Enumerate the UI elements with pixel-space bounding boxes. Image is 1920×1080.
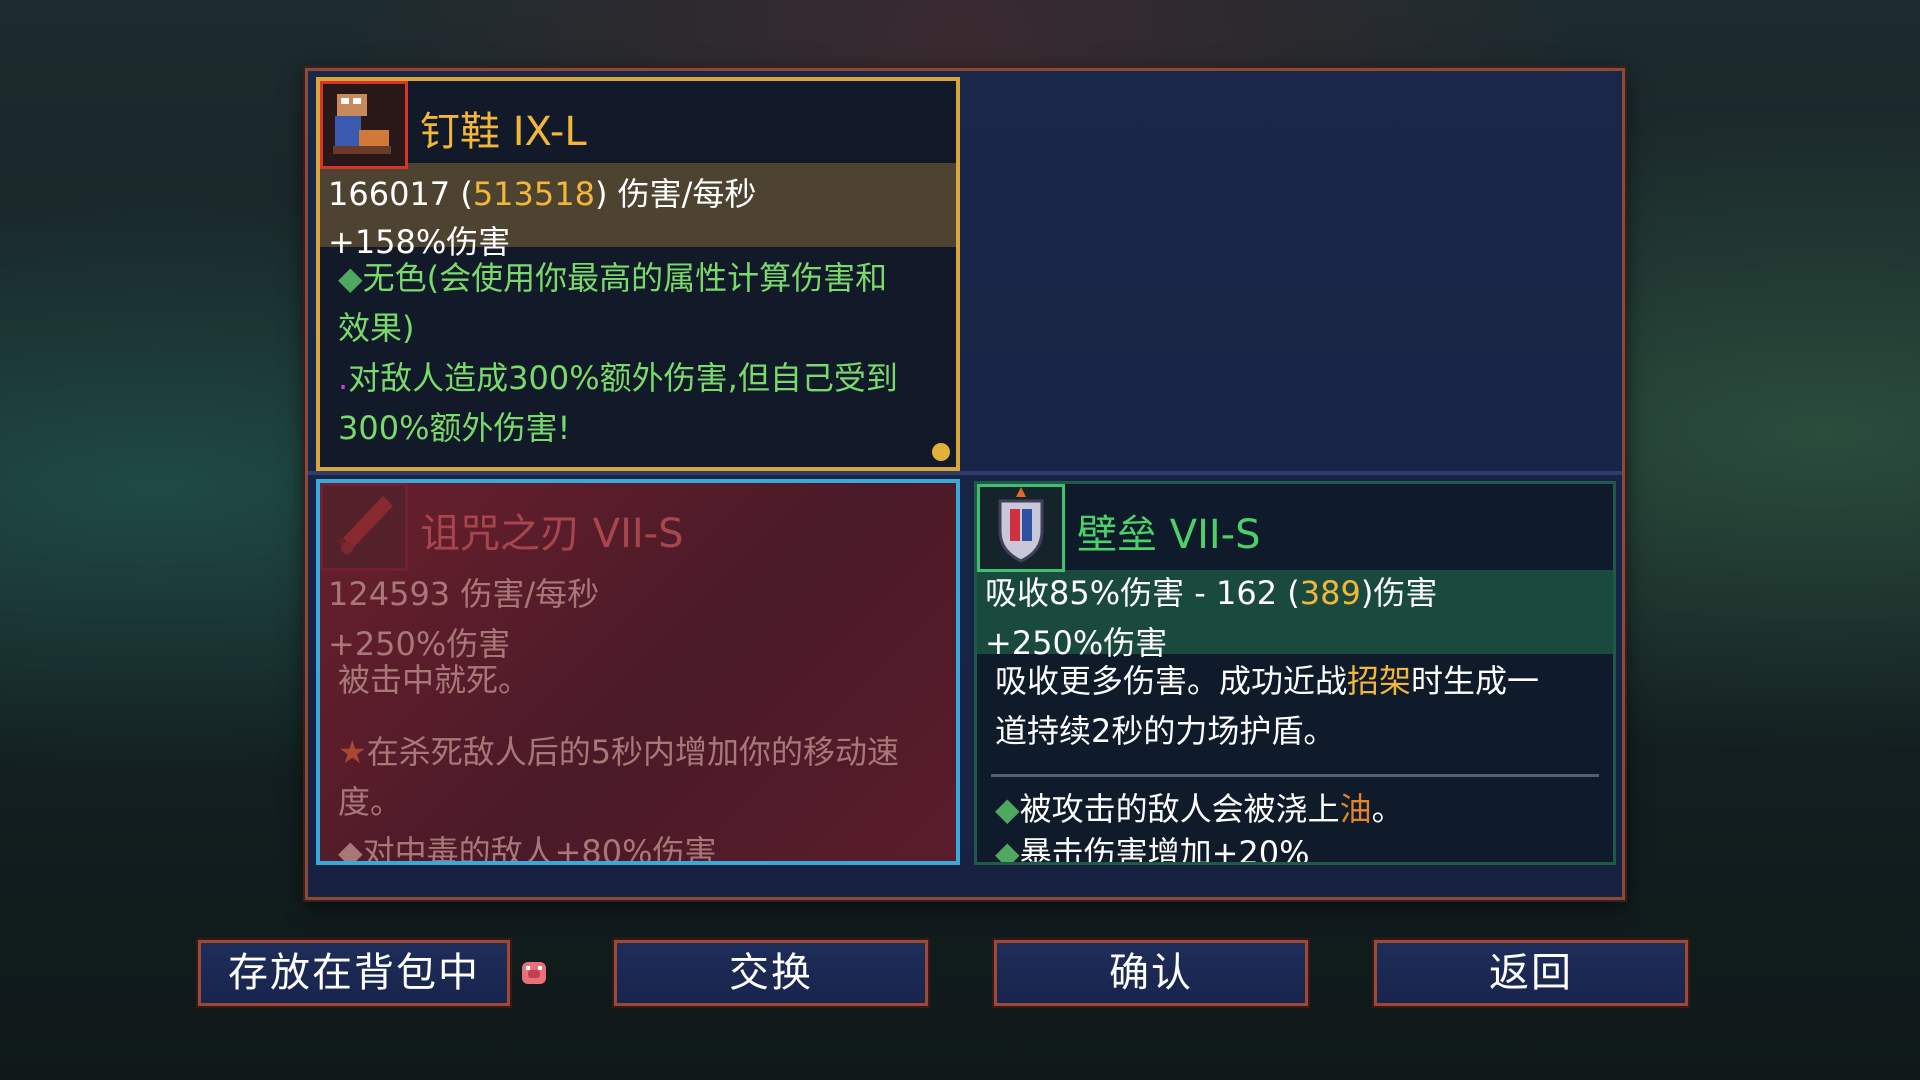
item-name: 钉鞋 IX-L bbox=[420, 109, 587, 155]
cursed-sword-icon bbox=[320, 483, 408, 571]
dps-bonus: 513518 bbox=[472, 175, 595, 213]
diamond-bullet-icon: ◆ bbox=[995, 790, 1020, 828]
dps-unit: 伤害/每秒 bbox=[617, 175, 757, 213]
diamond-bullet-icon: ◆ bbox=[338, 259, 363, 297]
gold-corner-gem-icon bbox=[932, 443, 950, 461]
store-in-backpack-button[interactable]: 存放在背包中 bbox=[198, 940, 510, 1006]
diamond-bullet-icon: ◆ bbox=[338, 833, 363, 865]
affix-speed: ★在杀死敌人后的5秒内增加你的移动速 度。 bbox=[338, 733, 900, 821]
affix-extra-damage: .对敌人造成300%额外伤害,但自己受到 300%额外伤害! bbox=[338, 359, 898, 447]
boot-icon bbox=[320, 81, 408, 169]
affix-crit: ◆暴击伤害增加+20% bbox=[995, 828, 1599, 865]
absorb-bonus: 389 bbox=[1299, 574, 1361, 612]
new-item-card: 钉鞋 IX-L 166017 (513518) 伤害/每秒 +158%伤害 ◆无… bbox=[316, 77, 960, 471]
pig-icon bbox=[518, 958, 550, 988]
separator bbox=[991, 774, 1599, 777]
affix-oil: ◆被攻击的敌人会被浇上油。 bbox=[995, 790, 1404, 828]
diamond-bullet-icon: ◆ bbox=[995, 834, 1020, 865]
dps-value: 166017 bbox=[328, 175, 451, 213]
back-button[interactable]: 返回 bbox=[1374, 940, 1688, 1006]
star-bullet-icon: ★ bbox=[338, 733, 367, 771]
dps-line: 124593 伤害/每秒 bbox=[328, 575, 600, 613]
item-description: 被击中就死。 bbox=[338, 661, 531, 699]
swap-button[interactable]: 交换 bbox=[614, 940, 928, 1006]
item-compare-dialog: 钉鞋 IX-L 166017 (513518) 伤害/每秒 +158%伤害 ◆无… bbox=[305, 68, 1625, 900]
item-description: 吸收更多伤害。成功近战招架时生成一 道持续2秒的力场护盾。 bbox=[995, 662, 1540, 750]
affix-poison: ◆对中毒的敌人+80%伤害 bbox=[338, 827, 942, 865]
affix-colorless: ◆无色(会使用你最高的属性计算伤害和 效果) bbox=[338, 259, 888, 347]
magenta-bullet-icon: . bbox=[338, 359, 349, 397]
dps-line: 166017 (513518) 伤害/每秒 bbox=[328, 175, 757, 213]
absorb-line: 吸收85%伤害 - 162 (389)伤害 bbox=[985, 574, 1438, 612]
confirm-button[interactable]: 确认 bbox=[994, 940, 1308, 1006]
amulet-item-card[interactable]: 壁垒 VII-S 吸收85%伤害 - 162 (389)伤害 +250%伤害 吸… bbox=[974, 481, 1616, 865]
item-name: 诅咒之刃 VII-S bbox=[420, 511, 684, 557]
item-name: 壁垒 VII-S bbox=[1077, 512, 1261, 558]
panel-divider bbox=[308, 471, 1622, 475]
shield-amulet-icon bbox=[977, 484, 1065, 572]
current-item-card[interactable]: 诅咒之刃 VII-S 124593 伤害/每秒 +250%伤害 被击中就死。 ★… bbox=[316, 479, 960, 865]
